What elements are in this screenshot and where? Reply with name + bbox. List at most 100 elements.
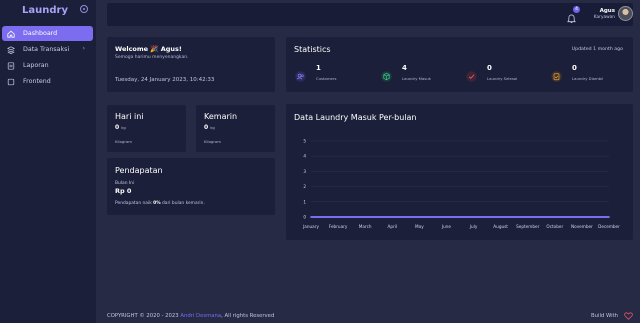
- metric-unit: kg: [210, 125, 215, 130]
- stat-label: Customers: [316, 76, 337, 81]
- x-tick-label: March: [359, 224, 372, 229]
- income-note: Pendapatan naik 0% dari bulan kemarin.: [115, 201, 205, 206]
- box-icon: [381, 67, 393, 82]
- metric-number: 0: [204, 124, 209, 131]
- avatar[interactable]: [618, 6, 633, 21]
- welcome-title: Welcome 🎉 Agus!: [115, 45, 182, 53]
- statistics-card: Statistics Updated 1 month ago 1 Custome…: [286, 37, 633, 92]
- income-card: Pendapatan Bulan Ini Rp 0 Pendapatan nai…: [107, 158, 275, 215]
- y-tick-label: 4: [303, 154, 306, 159]
- card-title: Pendapatan: [115, 166, 163, 175]
- monthly-chart-card: Data Laundry Masuk Per-bulan 0 1 2 3 4 5 Janua…: [286, 104, 633, 240]
- check-icon: [466, 67, 478, 82]
- line-chart: 0 1 2 3 4 5 January February March April May June Ju…: [302, 139, 620, 230]
- author-link[interactable]: Andri Desmana: [180, 313, 221, 319]
- stat-value: 4: [402, 64, 407, 72]
- x-tick-label: September: [516, 224, 539, 229]
- x-tick-label: October: [546, 224, 563, 229]
- metric-footer: Kilogram: [204, 139, 221, 144]
- x-tick-label: December: [598, 224, 620, 229]
- note-percent: 0%: [153, 201, 161, 206]
- yesterday-weight-card: Kemarin 0 kg Kilogram: [196, 105, 275, 152]
- sidebar-item-data-transaksi[interactable]: Data Transaksi ›: [2, 42, 93, 57]
- square-icon: [6, 77, 16, 87]
- data-point[interactable]: [445, 216, 448, 218]
- statistics-updated: Updated 1 month ago: [571, 47, 623, 52]
- card-title: Hari ini: [115, 112, 144, 121]
- user-role: Karyawan: [593, 15, 615, 20]
- bell-icon: [567, 14, 576, 23]
- stat-label: Laundry Masuk: [402, 76, 431, 81]
- card-title: Kemarin: [204, 112, 238, 121]
- metric-footer: Kilogram: [115, 139, 132, 144]
- stat-value: 0: [572, 64, 577, 72]
- data-point[interactable]: [391, 216, 394, 218]
- welcome-subtitle: Semoga harimu menyenangkan.: [115, 55, 189, 60]
- topbar: 4 Agus Karyawan: [107, 3, 633, 26]
- metric-number: 0: [115, 124, 120, 131]
- yesterday-weight-value: 0 kg: [204, 124, 215, 131]
- data-point[interactable]: [418, 216, 421, 218]
- notification-badge: 4: [573, 6, 580, 13]
- data-point[interactable]: [337, 216, 339, 218]
- user-name[interactable]: Agus: [585, 8, 615, 14]
- sidebar-item-label: Dashboard: [23, 30, 58, 37]
- x-tick-label: November: [571, 224, 593, 229]
- brand-logo[interactable]: Laundry: [22, 5, 68, 16]
- data-point[interactable]: [608, 216, 610, 218]
- income-value: Rp 0: [115, 187, 132, 195]
- stat-value: 0: [487, 64, 492, 72]
- today-weight-card: Hari ini 0 kg Kilogram: [107, 105, 186, 152]
- data-point[interactable]: [364, 216, 367, 218]
- heart-icon: [624, 312, 633, 320]
- home-icon: [6, 29, 16, 39]
- y-tick-label: 2: [303, 184, 306, 189]
- footer-copyright: COPYRIGHT © 2020 - 2023 Andri Desmana, A…: [107, 313, 274, 319]
- x-tick-label: June: [441, 224, 452, 229]
- note-text: dari bulan kemarin.: [160, 201, 205, 206]
- data-point[interactable]: [526, 216, 529, 218]
- y-tick-label: 1: [303, 199, 306, 204]
- today-weight-value: 0 kg: [115, 124, 126, 131]
- footer-build-with: Build With: [591, 313, 619, 319]
- stat-value: 1: [316, 64, 321, 72]
- x-tick-label: February: [329, 224, 348, 229]
- users-icon: [295, 67, 307, 82]
- sidebar: Laundry Dashboard Data Transaksi › Lapor…: [0, 0, 96, 323]
- x-tick-label: May: [415, 224, 424, 229]
- sidebar-item-dashboard[interactable]: Dashboard: [2, 26, 93, 41]
- y-tick-label: 0: [303, 215, 306, 220]
- y-tick-label: 5: [303, 139, 306, 144]
- x-tick-label: August: [493, 224, 508, 229]
- statistics-title: Statistics: [294, 45, 331, 54]
- data-point[interactable]: [499, 216, 502, 218]
- sidebar-item-label: Frontend: [23, 78, 51, 85]
- data-point[interactable]: [310, 216, 312, 218]
- chevron-right-icon: ›: [82, 45, 85, 52]
- note-text: Pendapatan naik: [115, 201, 154, 206]
- welcome-card: Welcome 🎉 Agus! Semoga harimu menyenangk…: [107, 37, 275, 92]
- sidebar-item-label: Laporan: [23, 62, 49, 69]
- metric-unit: kg: [121, 125, 126, 130]
- sidebar-item-laporan[interactable]: Laporan: [2, 58, 93, 73]
- x-tick-label: April: [387, 224, 397, 229]
- layers-icon: [6, 45, 16, 55]
- x-tick-label: January: [302, 224, 319, 229]
- income-caption: Bulan Ini: [115, 181, 135, 186]
- stat-label: Laundry Diambil: [572, 76, 604, 81]
- notification-bell[interactable]: 4: [567, 6, 580, 23]
- sidebar-item-frontend[interactable]: Frontend: [2, 74, 93, 89]
- copyright-text: COPYRIGHT © 2020 - 2023: [107, 313, 181, 319]
- sidebar-item-label: Data Transaksi: [23, 46, 70, 53]
- rights-text: , All rights Reserved: [221, 313, 275, 319]
- data-point[interactable]: [472, 216, 475, 218]
- data-point[interactable]: [553, 216, 556, 218]
- clipboard-check-icon: [551, 67, 563, 82]
- current-datetime: Tuesday, 24 January 2023, 10:42:33: [115, 77, 215, 83]
- stat-label: Laundry Selesai: [487, 76, 518, 81]
- sidebar-toggle-icon[interactable]: [80, 5, 88, 13]
- y-tick-label: 3: [303, 169, 306, 174]
- x-tick-label: July: [469, 224, 478, 229]
- document-icon: [6, 61, 16, 71]
- data-point[interactable]: [581, 216, 583, 218]
